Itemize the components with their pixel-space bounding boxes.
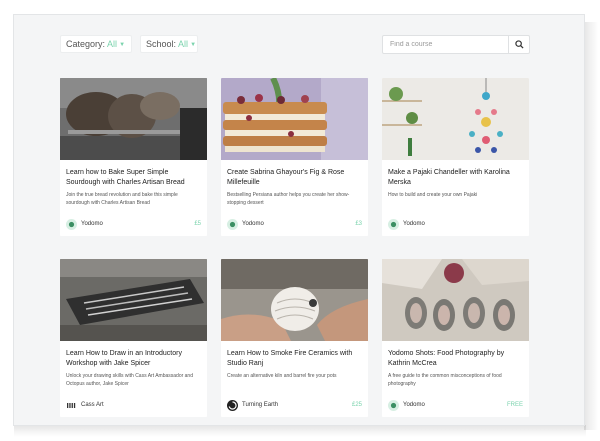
course-description: Join the true bread revolution and bake …	[66, 192, 178, 206]
yodomo-logo-icon	[66, 219, 77, 230]
course-listing-page: Category: All ▼ School: All ▼ Find a cou…	[13, 14, 585, 426]
course-card[interactable]: Learn How to Draw in an Introductory Wor…	[60, 259, 207, 417]
school-filter-value: All	[178, 39, 189, 49]
course-card[interactable]: Learn How to Smoke Fire Ceramics with St…	[221, 259, 368, 417]
course-search	[382, 35, 530, 54]
course-footer: Cass Art	[66, 400, 202, 412]
course-image-ceramics	[221, 259, 368, 341]
yodomo-logo-icon	[227, 219, 238, 230]
course-description: Unlock your drawing skills with Cass Art…	[66, 373, 193, 387]
course-description: Bestselling Persiana author helps you cr…	[227, 192, 350, 206]
course-image-drawing	[60, 259, 207, 341]
course-card[interactable]: Learn how to Bake Super Simple Sourdough…	[60, 78, 207, 236]
course-image-pajaki	[382, 78, 529, 160]
course-image-food-photography	[382, 259, 529, 341]
course-title[interactable]: Learn How to Smoke Fire Ceramics with St…	[227, 349, 363, 369]
search-button[interactable]	[508, 36, 529, 53]
course-card[interactable]: Yodomo Shots: Food Photography by Kathri…	[382, 259, 529, 417]
provider-name[interactable]: Yodomo	[81, 221, 103, 227]
course-title[interactable]: Yodomo Shots: Food Photography by Kathri…	[388, 349, 524, 369]
provider-name[interactable]: Yodomo	[403, 221, 425, 227]
course-footer: Yodomo	[388, 219, 524, 231]
category-filter[interactable]: Category: All ▼	[60, 35, 132, 53]
cass-art-logo-icon	[67, 403, 76, 408]
course-title[interactable]: Learn how to Bake Super Simple Sourdough…	[66, 168, 202, 188]
turning-earth-logo-icon	[227, 400, 238, 411]
course-image-millefeuille	[221, 78, 368, 160]
search-input[interactable]	[383, 36, 509, 53]
course-price: FREE	[506, 402, 523, 408]
frame-shadow-right	[584, 22, 598, 430]
search-icon	[514, 40, 524, 49]
course-card[interactable]: Create Sabrina Ghayour's Fig & Rose Mill…	[221, 78, 368, 236]
chevron-down-icon: ▼	[190, 42, 197, 48]
course-card[interactable]: Make a Pajaki Chandeller with Karolina M…	[382, 78, 529, 236]
course-footer: Yodomo £3	[227, 219, 363, 231]
yodomo-logo-icon	[388, 219, 399, 230]
course-price: £3	[355, 221, 362, 227]
course-footer: Yodomo FREE	[388, 400, 524, 412]
provider-name[interactable]: Cass Art	[81, 402, 104, 408]
course-description: How to build and create your own Pajaki	[388, 192, 478, 198]
yodomo-logo-icon	[388, 400, 399, 411]
category-filter-value: All	[107, 39, 118, 49]
provider-name[interactable]: Yodomo	[403, 402, 425, 408]
course-footer: Turning Earth £25	[227, 400, 363, 412]
school-filter-label: School:	[146, 39, 177, 49]
course-footer: Yodomo £5	[66, 219, 202, 231]
course-description: Create an alternative kiln and barrel fi…	[227, 373, 337, 379]
course-image-sourdough	[60, 78, 207, 160]
course-description: A free guide to the common misconception…	[388, 373, 502, 387]
course-title[interactable]: Create Sabrina Ghayour's Fig & Rose Mill…	[227, 168, 363, 188]
provider-name[interactable]: Yodomo	[242, 221, 264, 227]
provider-name[interactable]: Turning Earth	[242, 402, 278, 408]
course-price: £5	[194, 221, 201, 227]
school-filter[interactable]: School: All ▼	[140, 35, 198, 53]
course-title[interactable]: Make a Pajaki Chandeller with Karolina M…	[388, 168, 524, 188]
course-price: £25	[351, 402, 362, 408]
chevron-down-icon: ▼	[119, 42, 126, 48]
category-filter-label: Category:	[66, 39, 106, 49]
frame-shadow-bottom	[14, 425, 586, 437]
course-title[interactable]: Learn How to Draw in an Introductory Wor…	[66, 349, 202, 369]
